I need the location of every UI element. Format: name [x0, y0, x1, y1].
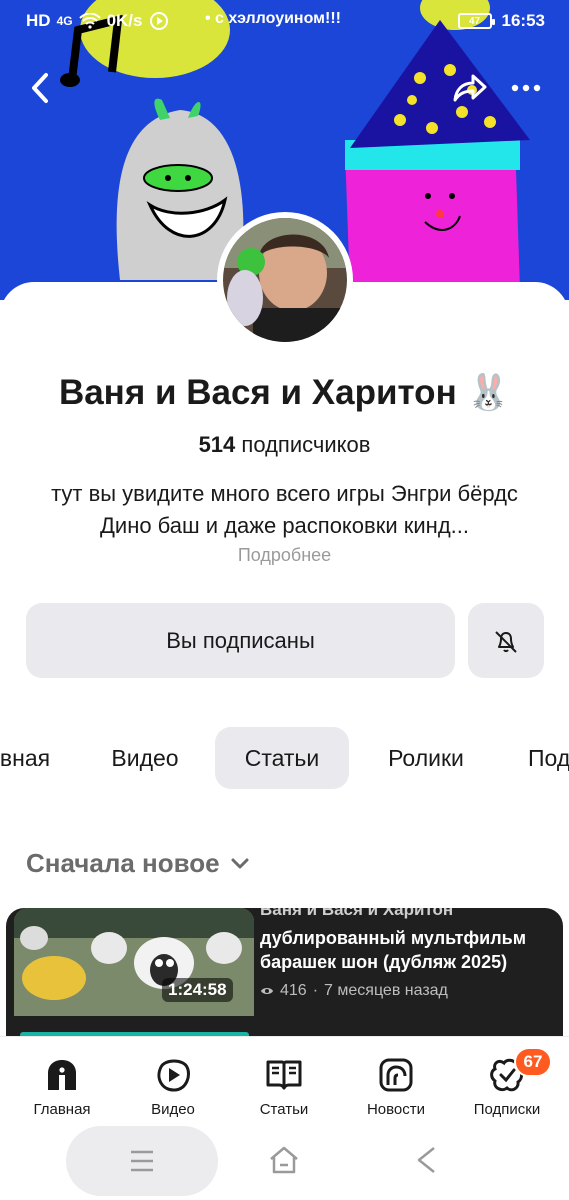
- nav-video[interactable]: Видео: [118, 1055, 228, 1118]
- house-outline-icon: [270, 1146, 298, 1174]
- subscribers-label: подписчиков: [241, 432, 371, 457]
- chevron-down-icon: [231, 858, 249, 868]
- channel-name: Ваня и Вася и Харитон: [58, 373, 457, 412]
- video-duration: 1:24:58: [162, 978, 233, 1002]
- battery-icon: 47: [457, 13, 495, 29]
- book-icon: [266, 1060, 302, 1090]
- recent-apps-button[interactable]: [66, 1126, 218, 1196]
- nav-articles[interactable]: Статьи: [229, 1055, 339, 1118]
- video-age: 7 месяцев назад: [324, 982, 448, 999]
- tab-more[interactable]: Под: [520, 727, 569, 789]
- system-back-button[interactable]: [406, 1140, 446, 1180]
- nav-articles-label: Статьи: [259, 1101, 309, 1118]
- channel-description: тут вы увидите много всего игры Энгри бё…: [51, 481, 518, 538]
- media-play-icon: [149, 12, 168, 30]
- rabbit-emoji: 🐰: [466, 373, 511, 412]
- subscribers-count: 514: [198, 432, 236, 457]
- system-home-button[interactable]: [264, 1140, 304, 1180]
- video-card[interactable]: 1:24:58 Ваня и Вася и Харитон дублирован…: [6, 908, 563, 1042]
- more-options-button[interactable]: [506, 66, 546, 110]
- wifi-icon: [78, 13, 101, 29]
- subscribed-label: Вы подписаны: [166, 627, 315, 653]
- clock: 16:53: [501, 11, 545, 30]
- back-triangle-icon: [417, 1147, 435, 1173]
- tab-video[interactable]: Видео: [90, 727, 200, 789]
- nav-subscriptions-label: Подписки: [473, 1101, 541, 1118]
- tab-shorts[interactable]: Ролики: [366, 727, 486, 789]
- network-type: HD: [26, 11, 51, 30]
- nav-video-label: Видео: [151, 1101, 195, 1118]
- bottom-navigation: Главная Видео Статьи Новости Подписки 67: [0, 1036, 569, 1120]
- avatar-photo: [223, 218, 347, 342]
- channel-title: Ваня и Вася и Харитон 🐰: [0, 372, 569, 413]
- signal-icon: 4G: [56, 14, 73, 28]
- notifications-toggle-button[interactable]: [468, 603, 544, 678]
- nav-home[interactable]: Главная: [7, 1055, 117, 1118]
- subscribers-info: 514 подписчиков: [0, 432, 569, 458]
- subscriptions-badge: 67: [514, 1047, 552, 1077]
- status-bar: HD 4G 0K/s • с хэллоуином!!! 47 16:53: [0, 0, 569, 44]
- bell-off-icon: [495, 630, 517, 653]
- sort-label: Сначала новое: [26, 848, 220, 878]
- share-icon: [453, 74, 487, 102]
- menu-lines-icon: [131, 1150, 153, 1172]
- nav-subscriptions[interactable]: Подписки 67: [452, 1047, 562, 1118]
- video-title: дублированный мультфильм барашек шон (ду…: [260, 928, 527, 972]
- back-button[interactable]: [20, 66, 60, 110]
- system-navigation: [0, 1120, 569, 1200]
- video-channel-name: Ваня и Вася и Харитон: [260, 908, 454, 919]
- tab-main[interactable]: вная: [0, 727, 60, 789]
- news-icon: [379, 1058, 413, 1092]
- eye-icon: [261, 988, 273, 994]
- video-play-icon: [157, 1059, 190, 1092]
- tab-articles[interactable]: Статьи: [215, 727, 349, 789]
- data-speed: 0K/s: [106, 11, 143, 30]
- more-details-link[interactable]: Подробнее: [0, 545, 569, 566]
- video-views: 416: [280, 982, 307, 999]
- nav-news-label: Новости: [366, 1101, 426, 1118]
- subscribed-button[interactable]: Вы подписаны: [26, 603, 455, 678]
- notification-text: • с хэллоуином!!!: [205, 10, 341, 27]
- sort-dropdown[interactable]: Сначала новое: [26, 848, 250, 879]
- channel-avatar[interactable]: [217, 212, 353, 348]
- meta-separator: ·: [312, 982, 319, 999]
- more-dots-icon: [511, 84, 541, 92]
- video-meta: 416 · 7 месяцев назад: [260, 982, 448, 1000]
- home-icon: [48, 1060, 76, 1090]
- nav-news[interactable]: Новости: [341, 1055, 451, 1118]
- nav-home-label: Главная: [33, 1101, 91, 1118]
- channel-tabs: вная Видео Статьи Ролики Под: [0, 727, 569, 789]
- chevron-left-icon: [32, 73, 48, 103]
- share-button[interactable]: [450, 66, 490, 110]
